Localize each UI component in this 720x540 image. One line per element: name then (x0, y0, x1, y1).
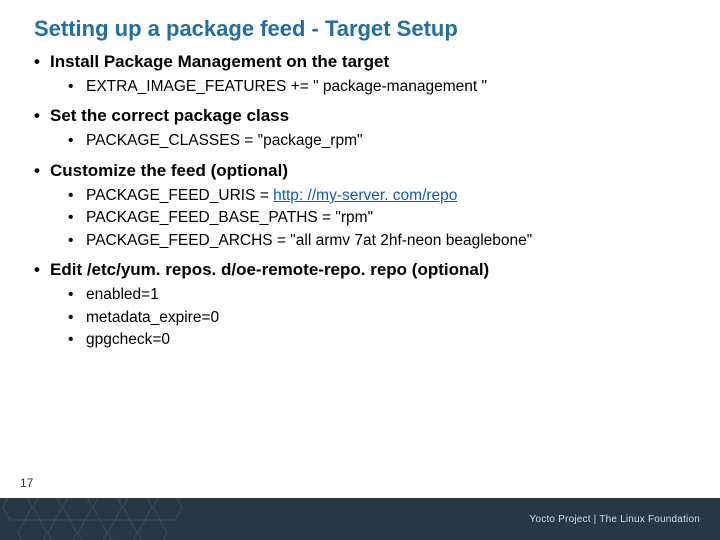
list-item: gpgcheck=0 (86, 329, 170, 351)
list-item: PACKAGE_FEED_BASE_PATHS = "rpm" (86, 207, 373, 229)
bullet-icon: • (68, 284, 86, 306)
footer-attribution: Yocto Project | The Linux Foundation (530, 498, 700, 540)
page-number: 17 (20, 476, 33, 490)
section-heading: Edit /etc/yum. repos. d/oe-remote-repo. … (50, 260, 489, 280)
feed-uri-link[interactable]: http: //my-server. com/repo (273, 187, 457, 204)
bullet-icon: • (68, 207, 86, 229)
list-item: enabled=1 (86, 284, 159, 306)
list-item: PACKAGE_FEED_ARCHS = "all armv 7at 2hf-n… (86, 230, 532, 252)
bullet-icon: • (68, 329, 86, 351)
hexagon-pattern-icon (0, 498, 230, 540)
bullet-icon: • (34, 106, 50, 126)
bullet-icon: • (68, 230, 86, 252)
bullet-icon: • (68, 76, 86, 98)
list-item: EXTRA_IMAGE_FEATURES += " package-manage… (86, 76, 487, 98)
slide-content: •Install Package Management on the targe… (0, 52, 720, 352)
slide-title: Setting up a package feed - Target Setup (0, 0, 720, 52)
section-heading: Set the correct package class (50, 106, 289, 126)
section-heading: Install Package Management on the target (50, 52, 389, 72)
bullet-icon: • (34, 161, 50, 181)
bullet-icon: • (68, 130, 86, 152)
bullet-icon: • (68, 307, 86, 329)
bullet-icon: • (68, 185, 86, 207)
section-heading: Customize the feed (optional) (50, 161, 288, 181)
bullet-icon: • (34, 52, 50, 72)
bullet-icon: • (34, 260, 50, 280)
slide-footer: Yocto Project | The Linux Foundation (0, 498, 720, 540)
list-item: metadata_expire=0 (86, 307, 219, 329)
list-item: PACKAGE_FEED_URIS = http: //my-server. c… (86, 185, 457, 207)
list-item: PACKAGE_CLASSES = "package_rpm" (86, 130, 363, 152)
